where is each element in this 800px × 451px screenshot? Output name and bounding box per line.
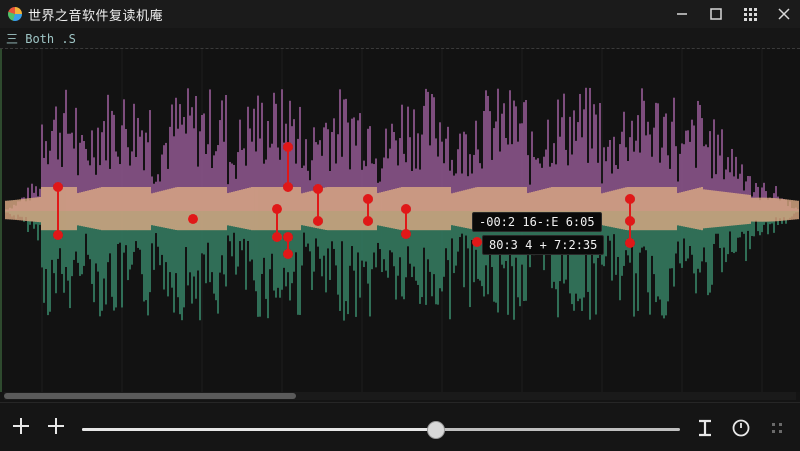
window-controls xyxy=(674,0,792,28)
time-range-tooltip: -00:2 16-:E 6:05 xyxy=(472,212,602,232)
maximize-icon xyxy=(710,8,722,20)
close-icon xyxy=(778,8,790,20)
playback-slider[interactable] xyxy=(82,428,680,431)
close-button[interactable] xyxy=(776,6,792,22)
grid-button[interactable] xyxy=(742,6,758,22)
waveform-bars xyxy=(5,87,799,321)
app-logo-icon xyxy=(8,7,22,21)
add-button-2[interactable] xyxy=(45,415,67,437)
channel-view-toggle[interactable]: 三 Both .S xyxy=(6,30,76,47)
add-icon xyxy=(48,418,64,434)
playback-progress xyxy=(82,428,435,431)
clip-marker[interactable] xyxy=(188,214,198,224)
maximize-button[interactable] xyxy=(708,6,724,22)
clip-marker[interactable] xyxy=(472,237,482,247)
add-button-1[interactable] xyxy=(10,415,32,437)
horizontal-scrollbar[interactable] xyxy=(4,392,796,400)
bottom-toolbar xyxy=(0,402,800,451)
position-tooltip: 80:3 4 + 7:2:35 xyxy=(482,235,605,255)
drag-grip-icon xyxy=(772,423,782,433)
view-bar: 三 Both .S xyxy=(0,28,800,49)
waveform-area[interactable]: -00:2 16-:E 6:05 80:3 4 + 7:2:35 xyxy=(0,49,800,392)
window-title: 世界之音软件复读机庵 xyxy=(28,8,164,24)
clip-marker-handle[interactable] xyxy=(625,216,635,226)
scrollbar-thumb[interactable] xyxy=(4,393,296,399)
waveform[interactable] xyxy=(2,49,800,392)
clock-icon xyxy=(732,419,750,437)
text-cursor-icon xyxy=(699,419,711,437)
playback-thumb[interactable] xyxy=(426,421,445,439)
title-bar: 世界之音软件复读机庵 xyxy=(0,0,800,28)
minimize-button[interactable] xyxy=(674,6,690,22)
add-icon xyxy=(13,418,29,434)
drag-grip-button[interactable] xyxy=(766,417,788,439)
clock-button[interactable] xyxy=(730,417,752,439)
minimize-icon xyxy=(677,13,687,15)
grid-icon xyxy=(744,8,757,21)
text-cursor-button[interactable] xyxy=(694,417,716,439)
